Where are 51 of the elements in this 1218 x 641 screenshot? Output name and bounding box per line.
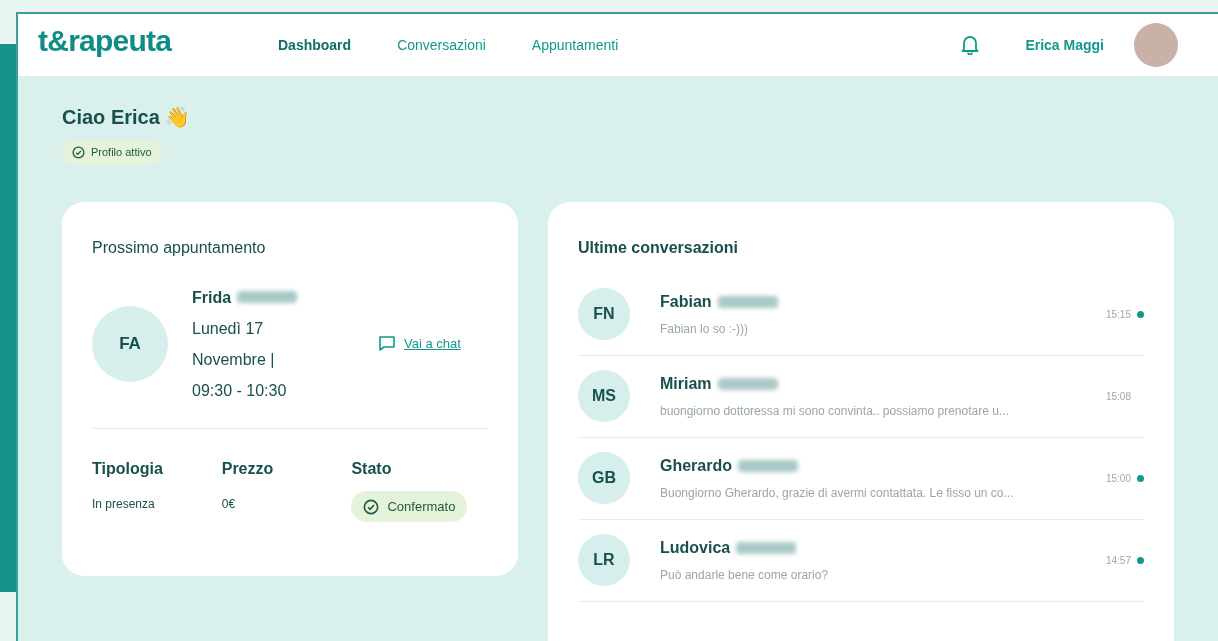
- message-time: 15:08: [1105, 389, 1131, 404]
- avatar-initials: GB: [578, 452, 630, 505]
- check-icon: [72, 145, 85, 159]
- message-preview: Può andarle bene come orario?: [660, 567, 830, 585]
- nav-link[interactable]: Dashboard: [278, 34, 352, 56]
- detail-value: In presenza: [92, 495, 156, 513]
- redacted-surname: [717, 296, 778, 309]
- message-time: 14:57: [1105, 553, 1131, 568]
- greeting-title: Ciao Erica 👋: [62, 105, 191, 130]
- detail-label: Prezzo: [221, 458, 275, 479]
- card-title: Prossimo appuntamento: [92, 237, 267, 258]
- redacted-surname: [717, 378, 778, 391]
- contact-name: Fabian: [660, 292, 712, 313]
- appointment-date: 09:30 - 10:30: [192, 380, 288, 401]
- contact-name: Gherardo: [660, 456, 732, 477]
- chat-icon: [378, 335, 396, 353]
- nav-link[interactable]: Conversazioni: [397, 34, 486, 56]
- nav-link[interactable]: Appuntamenti: [531, 34, 619, 56]
- conversation-item[interactable]: GB Gherardo Buongiorno Gherardo, grazie di avermi contattata. Le fisso un co... 15:00: [578, 437, 1144, 520]
- avatar-initials: LR: [578, 534, 630, 587]
- bell-icon[interactable]: [961, 35, 980, 55]
- message-preview: Buongiorno Gherardo, grazie di avermi contattata. Le fisso un co...: [660, 485, 1015, 503]
- conversation-item[interactable]: FN Fabian Fabian lo so :-))) 15:15: [578, 273, 1144, 356]
- redacted-surname: [736, 542, 797, 555]
- detail-label: Tipologia: [92, 458, 164, 479]
- avatar-initials: MS: [578, 370, 630, 423]
- message-time: 15:15: [1105, 307, 1131, 322]
- detail-value: 0€: [221, 495, 237, 513]
- conversation-item[interactable]: MS Miriam buongiorno dottoressa mi sono convinta.. possiamo prenotare u... 15:08: [578, 355, 1144, 438]
- patient-name: Frida: [192, 287, 232, 308]
- message-preview: buongiorno dottoressa mi sono convinta.. possiamo prenotare u...: [660, 403, 1010, 421]
- appointment-date: Novembre |: [192, 349, 276, 370]
- detail-label: Stato: [351, 458, 393, 479]
- contact-name: Ludovica: [660, 538, 731, 559]
- badge-label: Profilo attivo: [91, 145, 152, 160]
- appointment-date: Lunedì 17: [192, 318, 265, 339]
- user-name[interactable]: Erica Maggi: [1025, 34, 1104, 56]
- status-badge: Confermato: [351, 490, 468, 523]
- message-preview: Fabian lo so :-))): [660, 321, 750, 339]
- logo[interactable]: t&rapeuta: [38, 26, 278, 56]
- avatar-initials: FA: [92, 305, 168, 382]
- avatar[interactable]: [1134, 23, 1178, 67]
- card-title: Ultime conversazioni: [578, 237, 740, 258]
- redacted-surname: [237, 291, 298, 304]
- chat-link[interactable]: Vai a chat: [378, 334, 461, 354]
- redacted-surname: [738, 460, 798, 473]
- avatar-initials: FN: [578, 288, 630, 341]
- check-icon: [363, 498, 380, 515]
- message-time: 15:00: [1105, 471, 1131, 486]
- conversation-item[interactable]: LR Ludovica Può andarle bene come orario? 14:57: [578, 519, 1144, 602]
- contact-name: Miriam: [660, 374, 712, 395]
